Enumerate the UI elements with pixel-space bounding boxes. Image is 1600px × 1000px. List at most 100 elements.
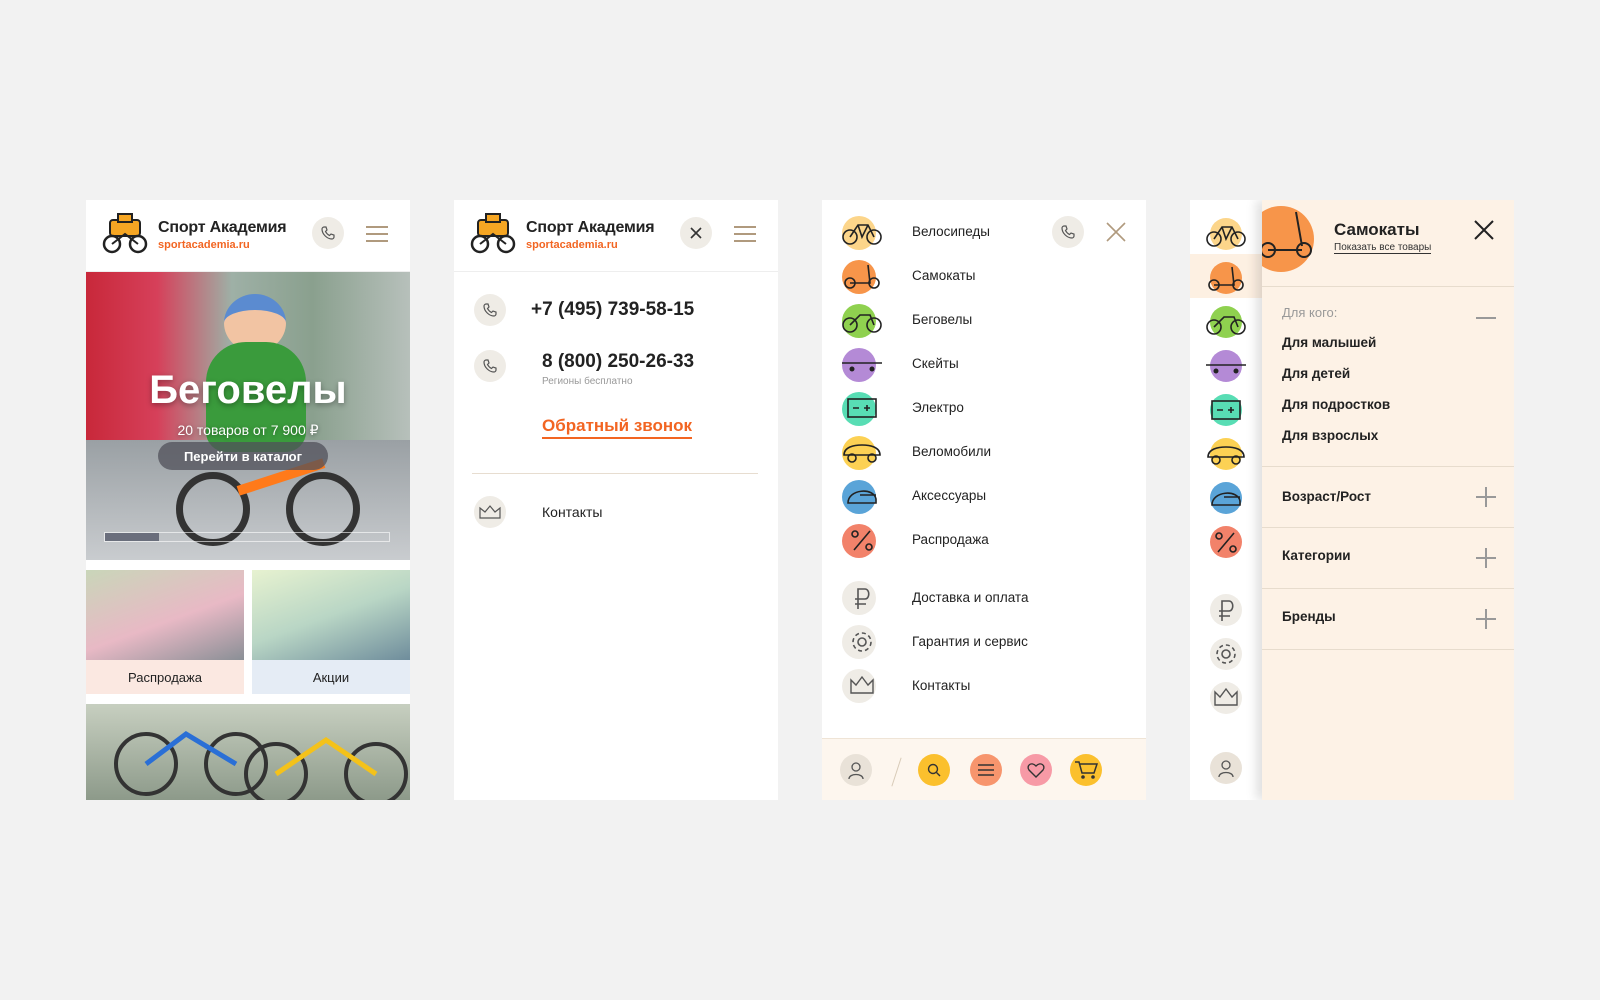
rail-item[interactable] (1190, 434, 1262, 478)
category-item[interactable]: Беговелы (822, 298, 1146, 342)
heart-icon (1027, 763, 1045, 778)
info-item[interactable]: Доставка и оплата (822, 576, 1146, 620)
tile-promo[interactable]: Акции (252, 570, 410, 694)
helmet-icon (1211, 492, 1241, 506)
category-item[interactable]: Скейты (822, 342, 1146, 386)
category-label: Веломобили (912, 444, 992, 459)
percent-icon (1215, 532, 1237, 553)
rail-item[interactable] (1190, 678, 1262, 722)
filter-age[interactable]: Возраст/Рост (1262, 466, 1514, 527)
user-button[interactable] (1210, 752, 1242, 784)
compare-list-icon (978, 764, 994, 776)
category-label: Электро (912, 400, 964, 415)
catalog-button[interactable]: Перейти в каталог (158, 442, 328, 470)
expand-button[interactable] (1476, 487, 1496, 507)
expand-button[interactable] (1476, 548, 1496, 568)
cart-button[interactable] (1070, 754, 1102, 786)
bikes-illustration (114, 730, 408, 800)
bar-separator (891, 757, 902, 787)
rail-item[interactable] (1190, 522, 1262, 566)
category-label: Распродажа (912, 532, 989, 547)
rail-item[interactable] (1190, 634, 1262, 678)
tile-sale[interactable]: Распродажа (86, 570, 244, 694)
phone-regions[interactable]: 8 (800) 250-26-33 (542, 351, 694, 373)
rail-item[interactable] (1190, 390, 1262, 434)
filter-age-label: Возраст/Рост (1282, 489, 1372, 504)
hero-pagination-active (105, 533, 159, 541)
category-item[interactable]: Аксессуары (822, 474, 1146, 518)
search-icon (927, 763, 941, 777)
brand-name[interactable]: Спорт Академия (158, 219, 287, 237)
filter-for-whom: Для кого: Для малышей Для детей Для подр… (1262, 286, 1514, 466)
category-item[interactable]: Распродажа (822, 518, 1146, 562)
tile-promo-label: Акции (252, 660, 410, 694)
callback-link[interactable]: Обратный звонок (542, 416, 693, 439)
header: Спорт Академия sportacademia.ru (86, 200, 410, 272)
brand-url[interactable]: sportacademia.ru (526, 239, 618, 251)
scooter-icon (1262, 211, 1312, 258)
crown-icon (1214, 687, 1238, 706)
logo-icon[interactable] (470, 212, 516, 254)
filter-for-whom-label: Для кого: (1282, 305, 1338, 320)
favorites-button[interactable] (1020, 754, 1052, 786)
battery-icon (847, 398, 877, 418)
bikes-banner[interactable] (86, 704, 410, 800)
scooter-icon (1208, 266, 1244, 291)
category-item[interactable]: Электро (822, 386, 1146, 430)
menu-button[interactable] (734, 226, 756, 242)
filter-categories-label: Категории (1282, 548, 1351, 563)
screen-home: Спорт Академия sportacademia.ru Беговелы… (86, 200, 410, 800)
category-label: Самокаты (912, 268, 976, 283)
option-teens[interactable]: Для подростков (1282, 397, 1390, 412)
screen-contacts-menu: Спорт Академия sportacademia.ru +7 (495)… (454, 200, 778, 800)
phone-button[interactable] (312, 217, 344, 249)
brand-name[interactable]: Спорт Академия (526, 219, 655, 237)
phone-icon (474, 294, 506, 326)
scooter-icon (844, 264, 880, 289)
phone-moscow[interactable]: +7 (495) 739-58-15 (531, 299, 694, 321)
rail-item[interactable] (1190, 478, 1262, 522)
rail-item[interactable] (1190, 258, 1262, 302)
hero-title: Беговелы (149, 368, 347, 412)
rail-item[interactable] (1190, 590, 1262, 634)
contacts-link[interactable]: Контакты (542, 504, 602, 520)
close-icon (690, 227, 702, 239)
info-label: Контакты (912, 678, 971, 693)
search-button[interactable] (918, 754, 950, 786)
brand-url[interactable]: sportacademia.ru (158, 239, 250, 251)
option-babies[interactable]: Для малышей (1282, 335, 1376, 350)
rail-item[interactable] (1190, 346, 1262, 390)
category-label: Велосипеды (912, 224, 990, 239)
hero-pagination[interactable] (104, 532, 390, 542)
category-rail (1190, 200, 1262, 800)
category-label: Аксессуары (912, 488, 987, 503)
hero-banner[interactable]: Беговелы 20 товаров от 7 900 ₽ Перейти в… (86, 272, 410, 560)
collapse-button[interactable] (1476, 317, 1496, 319)
info-item[interactable]: Контакты (822, 664, 1146, 708)
option-adults[interactable]: Для взрослых (1282, 428, 1378, 443)
category-item[interactable]: Самокаты (822, 254, 1146, 298)
logo-icon[interactable] (102, 212, 148, 254)
ruble-icon (1219, 600, 1234, 621)
category-item[interactable]: Веломобили (822, 430, 1146, 474)
crown-icon (474, 496, 506, 528)
helmet-icon (847, 490, 877, 504)
category-item[interactable]: Велосипеды (822, 210, 1146, 254)
filter-categories[interactable]: Категории (1262, 527, 1514, 588)
show-all-link[interactable]: Показать все товары (1334, 242, 1432, 254)
menu-button[interactable] (366, 226, 388, 242)
close-icon[interactable] (1474, 220, 1494, 240)
close-button[interactable] (680, 217, 712, 249)
compare-button[interactable] (970, 754, 1002, 786)
rail-item[interactable] (1190, 214, 1262, 258)
user-button[interactable] (840, 754, 872, 786)
info-item[interactable]: Гарантия и сервис (822, 620, 1146, 664)
expand-button[interactable] (1476, 609, 1496, 629)
gear-icon (852, 632, 872, 652)
hero-subtitle: 20 товаров от 7 900 ₽ (177, 422, 319, 438)
phone-regions-note: Регионы бесплатно (542, 376, 633, 387)
gear-icon (1216, 644, 1236, 664)
filter-brands[interactable]: Бренды (1262, 588, 1514, 650)
rail-item[interactable] (1190, 302, 1262, 346)
option-kids[interactable]: Для детей (1282, 366, 1350, 381)
